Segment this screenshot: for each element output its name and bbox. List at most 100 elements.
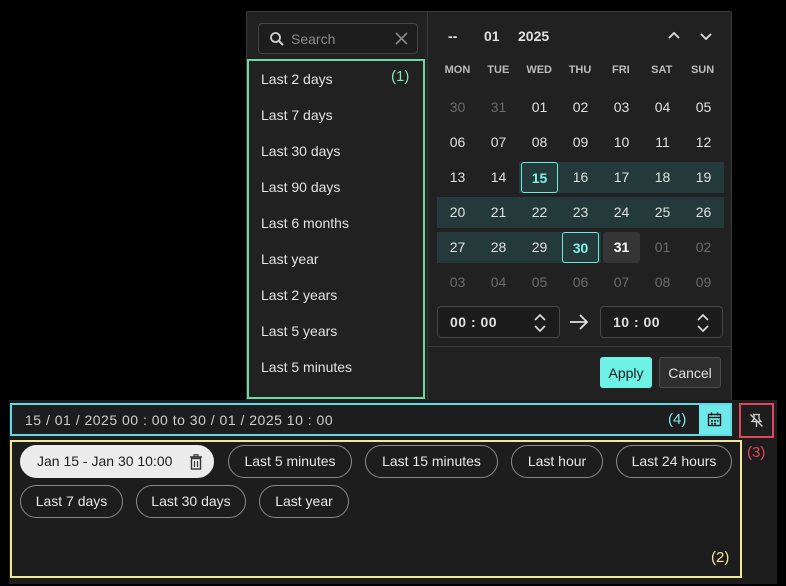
calendar-day[interactable]: 30 (562, 232, 599, 263)
calendar-day[interactable]: 09 (560, 127, 601, 158)
calendar-day[interactable]: 05 (519, 267, 560, 298)
calendar-day[interactable]: 03 (601, 92, 642, 123)
calendar-day[interactable]: 13 (437, 162, 478, 193)
calendar-day[interactable]: 01 (519, 92, 560, 123)
calendar-day[interactable]: 03 (437, 267, 478, 298)
search-icon (270, 32, 284, 46)
calendar-day[interactable]: 29 (519, 232, 560, 263)
calendar-day[interactable]: 08 (642, 267, 683, 298)
search-input[interactable] (291, 29, 391, 49)
calendar-day[interactable]: 18 (642, 162, 683, 193)
quick-range-chip[interactable]: Last 15 minutes (365, 445, 498, 478)
calendar-day[interactable]: 27 (437, 232, 478, 263)
quick-chips-area: Jan 15 - Jan 30 10:00 Last 5 minutes Las… (10, 440, 742, 578)
calendar-day[interactable]: 14 (478, 162, 519, 193)
day-grid: 30 31 01 02 03 04 05 06 07 08 09 10 11 12 13 14 15 16 17 18… (437, 91, 725, 301)
quick-range-item[interactable]: Last 2 years (249, 277, 423, 313)
end-time-input[interactable]: 10 : 00 (600, 306, 723, 338)
calendar-week: 13 14 15 16 17 18 19 (437, 161, 725, 196)
calendar-day[interactable]: 07 (601, 267, 642, 298)
calendar-day[interactable]: 17 (601, 162, 642, 193)
weekday-label: SUN (690, 64, 715, 76)
quick-range-chip[interactable]: Last 30 days (136, 485, 246, 518)
calendar-day[interactable]: 24 (601, 197, 642, 228)
calendar-day[interactable]: 28 (478, 232, 519, 263)
quick-range-list: Last 2 days Last 7 days Last 30 days Las… (247, 59, 425, 399)
start-time-value: 00 : 00 (450, 314, 498, 330)
apply-button[interactable]: Apply (600, 357, 652, 388)
calendar-day[interactable]: 31 (478, 92, 519, 123)
chevron-up-icon[interactable] (664, 26, 684, 46)
calendar-day[interactable]: 12 (683, 127, 724, 158)
year-display[interactable]: 2025 (518, 28, 549, 44)
calendar-week: 06 07 08 09 10 11 12 (437, 126, 725, 161)
time-row: 00 : 00 10 : 00 (437, 306, 725, 338)
quick-range-chip[interactable]: Last 7 days (20, 485, 123, 518)
weekday-label: WED (526, 64, 552, 76)
calendar-day[interactable]: 02 (683, 232, 724, 263)
trash-icon[interactable] (189, 454, 203, 470)
calendar-day[interactable]: 11 (642, 127, 683, 158)
cancel-button[interactable]: Cancel (659, 357, 721, 388)
calendar-day[interactable]: 04 (642, 92, 683, 123)
start-time-input[interactable]: 00 : 00 (437, 306, 560, 338)
date-range-value: 15 / 01 / 2025 00 : 00 to 30 / 01 / 2025… (25, 412, 334, 428)
weekday-header: MON TUE WED THU FRI SAT SUN (437, 64, 723, 80)
calendar-day[interactable]: 05 (683, 92, 724, 123)
calendar-day[interactable]: 06 (437, 127, 478, 158)
quick-range-item[interactable]: Last 90 days (249, 169, 423, 205)
quick-range-chip[interactable]: Last 5 minutes (228, 445, 352, 478)
chevron-down-icon[interactable] (696, 26, 716, 46)
calendar-day[interactable]: 07 (478, 127, 519, 158)
calendar-day[interactable]: 31 (603, 232, 640, 263)
quick-range-item[interactable]: Last year (249, 241, 423, 277)
calendar-day[interactable]: 16 (560, 162, 601, 193)
calendar-day[interactable]: 01 (642, 232, 683, 263)
unpin-button[interactable] (739, 403, 774, 438)
calendar-button[interactable] (699, 405, 730, 434)
calendar-day[interactable]: 04 (478, 267, 519, 298)
quick-range-chip[interactable]: Last year (259, 485, 349, 518)
search-box[interactable] (258, 23, 418, 54)
calendar-day[interactable]: 15 (521, 162, 558, 193)
calendar-day[interactable]: 22 (519, 197, 560, 228)
calendar-day[interactable]: 30 (437, 92, 478, 123)
clear-icon[interactable] (394, 31, 409, 46)
calendar-day[interactable]: 23 (560, 197, 601, 228)
spinner-icon[interactable] (533, 311, 547, 335)
annotation-label-1: (1) (391, 68, 410, 85)
calendar-day[interactable]: 10 (601, 127, 642, 158)
calendar: -- 01 2025 MON TUE WED THU FRI SAT SUN 3… (428, 12, 732, 401)
date-range-input[interactable]: 15 / 01 / 2025 00 : 00 to 30 / 01 / 2025… (10, 403, 732, 436)
quick-range-chip[interactable]: Last 24 hours (616, 445, 732, 478)
spinner-icon[interactable] (696, 311, 710, 335)
quick-range-item[interactable]: Last 6 months (249, 205, 423, 241)
quick-range-item[interactable]: Last 30 days (249, 133, 423, 169)
calendar-day[interactable]: 21 (478, 197, 519, 228)
calendar-day[interactable]: 09 (683, 267, 724, 298)
calendar-day[interactable]: 08 (519, 127, 560, 158)
calendar-week: 20 21 22 23 24 25 26 (437, 196, 725, 231)
date-range-picker: Last 2 days Last 7 days Last 30 days Las… (246, 11, 732, 402)
quick-range-item[interactable]: Last 7 days (249, 97, 423, 133)
quick-ranges-pane: Last 2 days Last 7 days Last 30 days Las… (247, 12, 428, 401)
weekday-label: MON (444, 64, 471, 76)
divider (428, 346, 732, 347)
month-display[interactable]: 01 (484, 28, 500, 44)
quick-range-item[interactable]: Last 5 minutes (249, 349, 423, 385)
unpin-icon (750, 413, 763, 427)
calendar-day[interactable]: 20 (437, 197, 478, 228)
arrow-right-icon (570, 314, 589, 330)
quick-range-item[interactable]: Last 15 minutes (249, 385, 423, 397)
calendar-day[interactable]: 06 (560, 267, 601, 298)
calendar-day[interactable]: 02 (560, 92, 601, 123)
annotation-label-2: (2) (711, 549, 730, 566)
quick-range-item[interactable]: Last 5 years (249, 313, 423, 349)
calendar-day[interactable]: 25 (642, 197, 683, 228)
quick-range-chip[interactable]: Last hour (511, 445, 603, 478)
calendar-day[interactable]: 19 (683, 162, 724, 193)
weekday-label: FRI (612, 64, 630, 76)
day-display[interactable]: -- (448, 28, 457, 44)
active-range-chip[interactable]: Jan 15 - Jan 30 10:00 (20, 445, 214, 478)
calendar-day[interactable]: 26 (683, 197, 724, 228)
